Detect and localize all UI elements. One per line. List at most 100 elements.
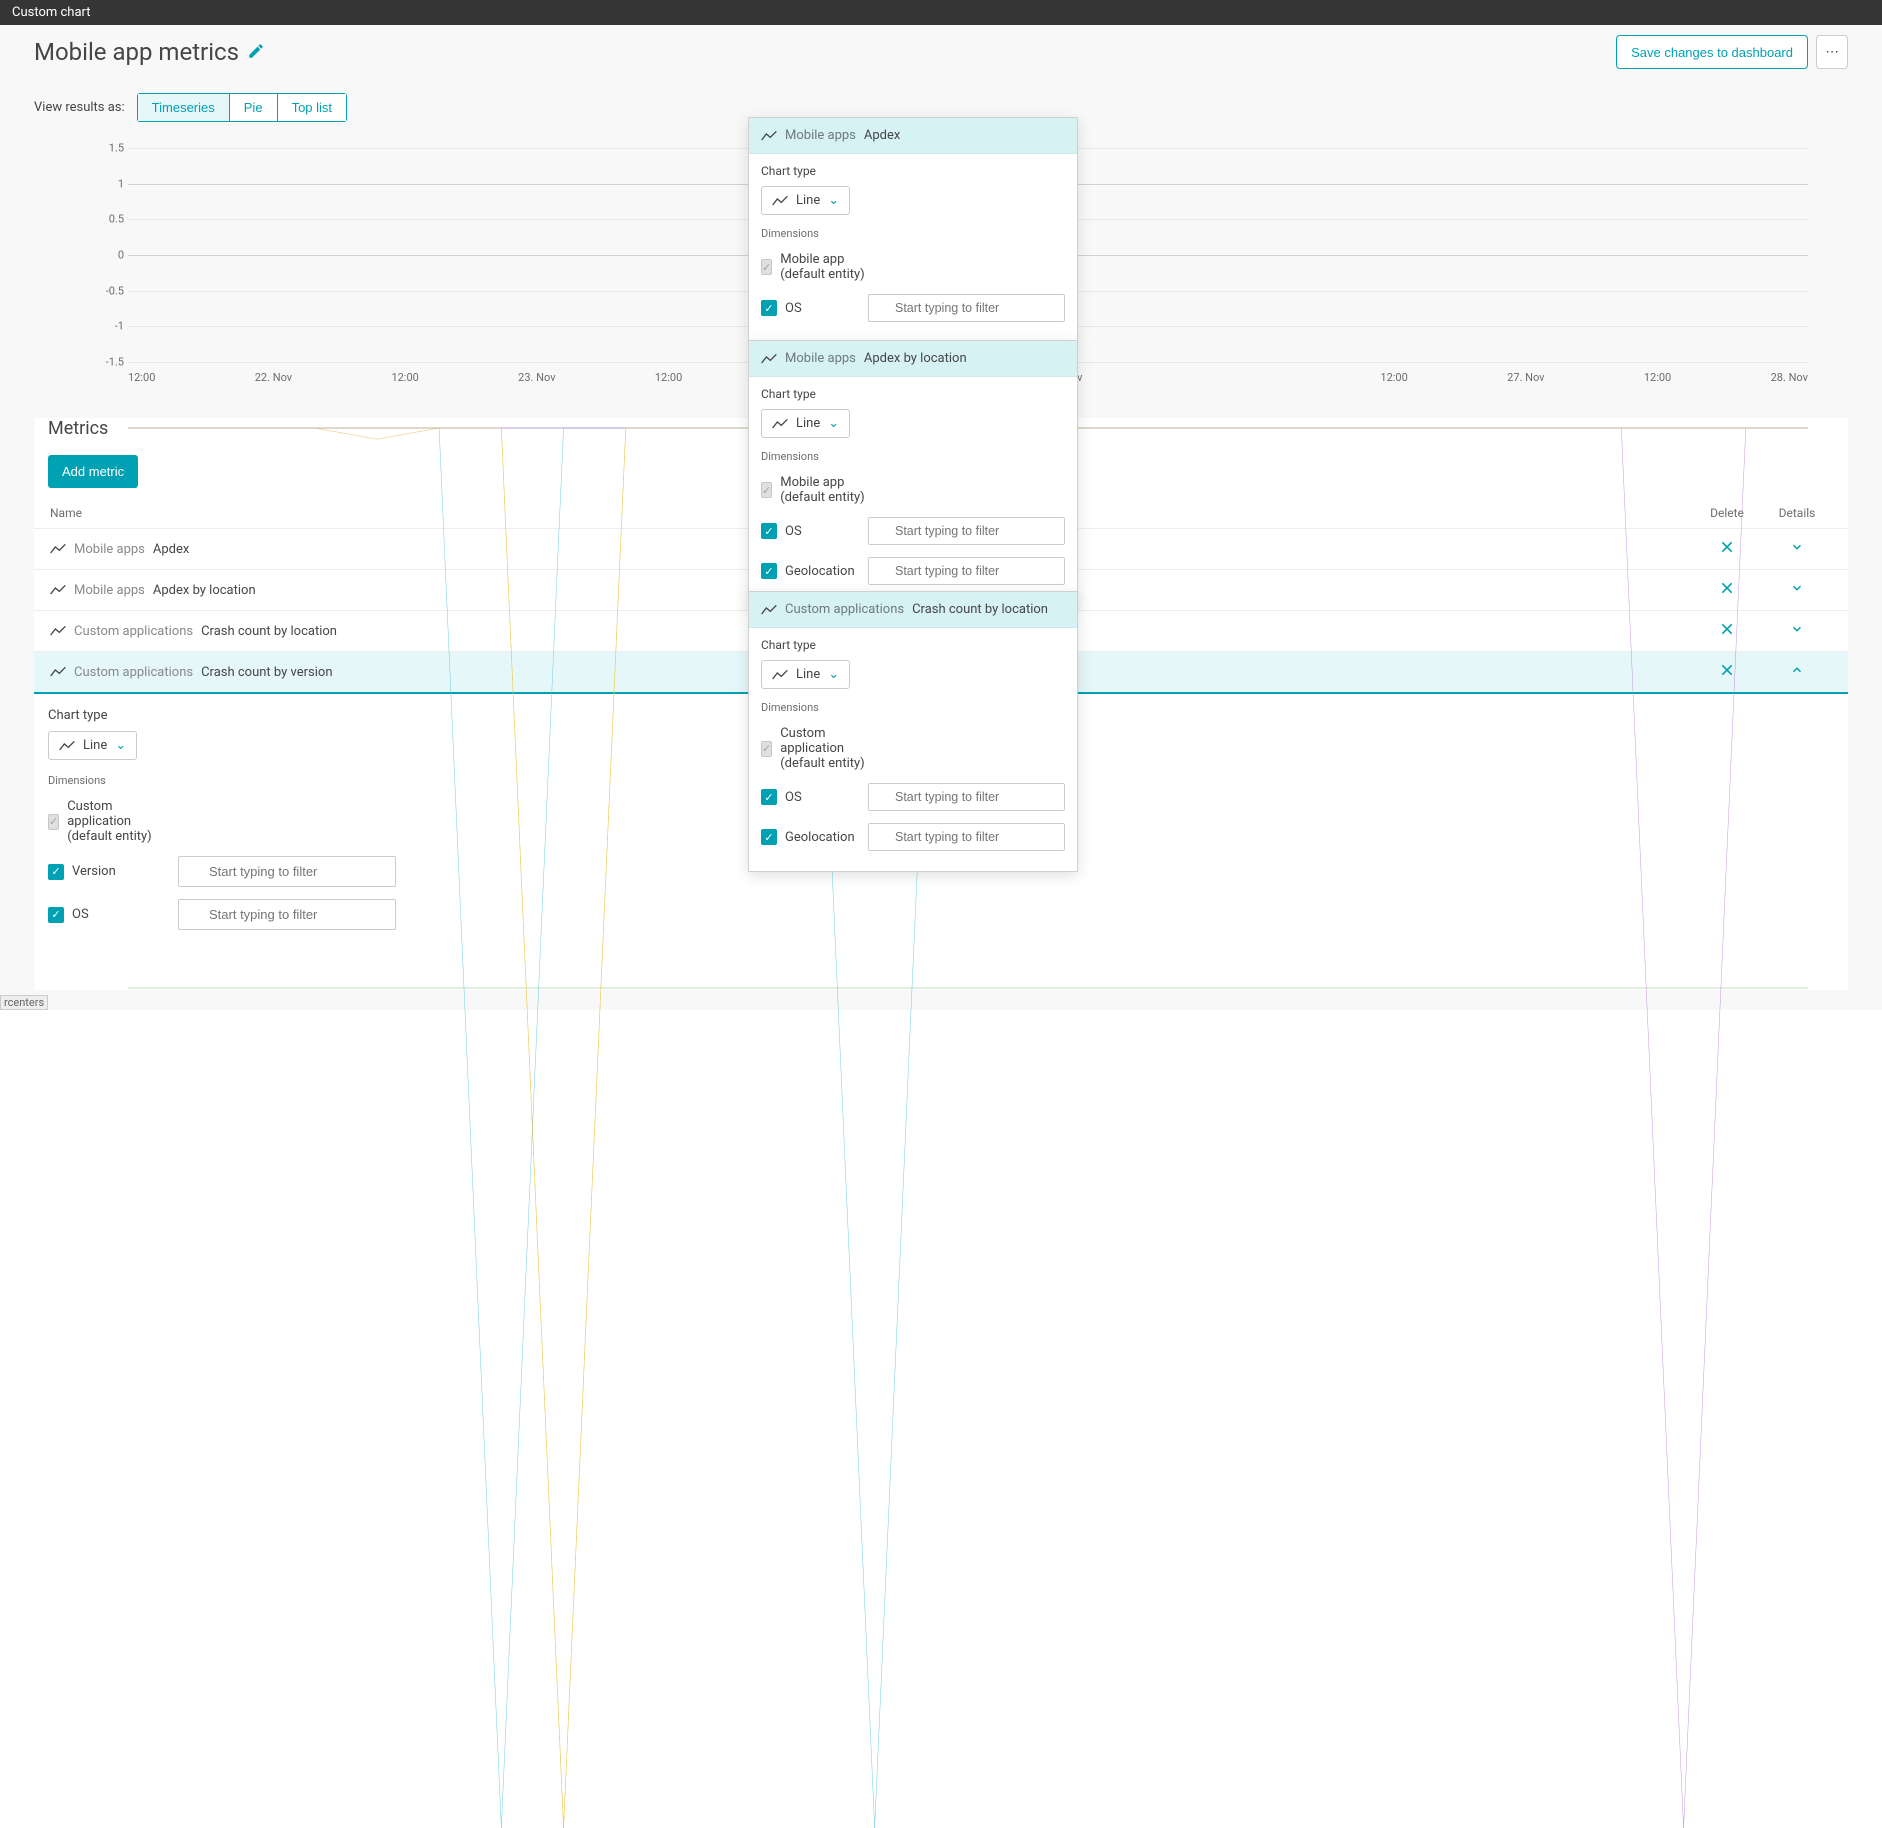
y-tick-label: 1.5 (98, 142, 124, 155)
dimension-row: OS (761, 511, 1065, 551)
save-button[interactable]: Save changes to dashboard (1616, 35, 1808, 69)
dimension-filter-input[interactable] (868, 783, 1065, 811)
panel-metric: Apdex (864, 128, 900, 143)
dimension-checkbox[interactable] (48, 864, 64, 880)
y-tick-label: 0 (98, 249, 124, 262)
dimension-row: Mobile app (default entity) (761, 469, 1065, 511)
x-tick-label: 22. Nov (255, 371, 292, 384)
trend-line-icon (50, 542, 66, 556)
panel-chart-type-label: Chart type (761, 638, 1065, 652)
panel-chart-type-select[interactable]: Line ⌄ (761, 409, 850, 438)
panel-chart-type-select[interactable]: Line⌄ (761, 186, 850, 215)
x-tick-label: 12:00 (128, 371, 155, 384)
page: Mobile app metrics Save changes to dashb… (0, 25, 1882, 1010)
dimension-row: Custom application (default entity) (761, 720, 1065, 777)
dimension-filter-wrap (868, 783, 1065, 811)
panel-metric: Crash count by location (912, 602, 1048, 617)
dimension-name: Mobile app (default entity) (780, 252, 871, 282)
dimension-name: OS (785, 301, 802, 316)
dimension-filter-input[interactable] (868, 823, 1065, 851)
dimension-row: OS (761, 777, 1065, 817)
dimension-checkbox (48, 814, 59, 830)
add-metric-button[interactable]: Add metric (48, 455, 138, 488)
dimension-name: Version (72, 864, 116, 879)
page-title-text: Mobile app metrics (34, 38, 239, 66)
y-tick-label: -1 (98, 320, 124, 333)
panel-chart-type-label: Chart type (761, 164, 1065, 178)
dimension-row: Geolocation (761, 817, 1065, 857)
dimension-checkbox[interactable] (761, 523, 777, 539)
metric-config-panel: Mobile appsApdexChart typeLine⌄Dimension… (748, 117, 1078, 343)
dimension-row: Geolocation (761, 551, 1065, 591)
dimension-name: Mobile app (default entity) (780, 475, 871, 505)
panel-dimensions-label: Dimensions (761, 701, 1065, 714)
dimension-filter-input[interactable] (868, 294, 1065, 322)
view-tabs: TimeseriesPieTop list (137, 93, 347, 122)
panel-category: Custom applications (785, 602, 904, 617)
panel-category: Mobile apps (785, 128, 856, 143)
trend-line-icon (50, 583, 66, 597)
more-actions-button[interactable]: ⋯ (1816, 35, 1848, 69)
x-tick-label: 12:00 (655, 371, 682, 384)
trend-line-icon (50, 665, 66, 679)
dimension-filter-input[interactable] (178, 856, 396, 887)
y-tick-label: -0.5 (98, 284, 124, 297)
trend-line-icon (50, 624, 66, 638)
page-title: Mobile app metrics (34, 38, 265, 66)
dimension-filter-input[interactable] (868, 557, 1065, 585)
trend-line-icon (772, 194, 788, 208)
chevron-down-icon: ⌄ (828, 416, 839, 431)
view-tab-pie[interactable]: Pie (230, 93, 278, 122)
dimension-name: Geolocation (785, 830, 855, 845)
panel-chart-type-label: Chart type (761, 387, 1065, 401)
x-tick-label: 12:00 (1644, 371, 1671, 384)
dimension-checkbox (761, 259, 772, 275)
dimension-checkbox (761, 482, 772, 498)
trend-line-icon (761, 129, 777, 143)
y-tick-label: -1.5 (98, 356, 124, 369)
dimension-checkbox[interactable] (761, 829, 777, 845)
dimension-checkbox[interactable] (48, 907, 64, 923)
edit-title-icon[interactable] (247, 38, 265, 66)
metric-config-panel: Custom applications Crash count by locati… (748, 591, 1078, 872)
panel-header: Mobile apps Apdex (749, 118, 1077, 154)
dimension-name: Custom application (default entity) (780, 726, 871, 771)
chevron-down-icon: ⌄ (828, 193, 839, 208)
trend-line-icon (772, 417, 788, 431)
trend-line-icon (772, 668, 788, 682)
view-tab-timeseries[interactable]: Timeseries (137, 93, 230, 122)
footer-fragment: rcenters (0, 995, 48, 1010)
dimension-name: Geolocation (785, 564, 855, 579)
view-label: View results as: (34, 100, 125, 115)
chart-type-select[interactable]: Line ⌄ (48, 731, 137, 760)
header-row: Mobile app metrics Save changes to dashb… (34, 35, 1848, 69)
dimension-checkbox (761, 741, 772, 757)
x-tick-label: 12:00 (1380, 371, 1407, 384)
dimension-row: Mobile app (default entity) (761, 246, 1065, 288)
panel-metric: Apdex by location (864, 351, 967, 366)
dimension-filter-input[interactable] (178, 899, 396, 930)
view-tab-top-list[interactable]: Top list (278, 93, 347, 122)
x-tick-label: 27. Nov (1507, 371, 1544, 384)
topbar-title: Custom chart (12, 5, 91, 20)
trend-line-icon (761, 603, 777, 617)
dimension-filter-input[interactable] (868, 517, 1065, 545)
dimension-checkbox[interactable] (761, 300, 777, 316)
y-tick-label: 0.5 (98, 213, 124, 226)
y-tick-label: 1 (98, 177, 124, 190)
panel-category: Mobile apps (785, 351, 856, 366)
chevron-down-icon: ⌄ (115, 738, 126, 753)
panel-chart-type-value: Line (796, 667, 820, 682)
panel-header: Custom applications Crash count by locati… (749, 592, 1077, 628)
panel-chart-type-select[interactable]: Line ⌄ (761, 660, 850, 689)
dimension-filter-wrap (868, 557, 1065, 585)
trend-line-icon (59, 739, 75, 753)
chart-type-value: Line (83, 738, 107, 753)
topbar: Custom chart (0, 0, 1882, 25)
dimension-checkbox[interactable] (761, 789, 777, 805)
dimension-name: OS (785, 524, 802, 539)
dimension-checkbox[interactable] (761, 563, 777, 579)
panel-chart-type-value: Line (796, 416, 820, 431)
chevron-down-icon: ⌄ (828, 667, 839, 682)
dimension-filter-wrap (868, 517, 1065, 545)
